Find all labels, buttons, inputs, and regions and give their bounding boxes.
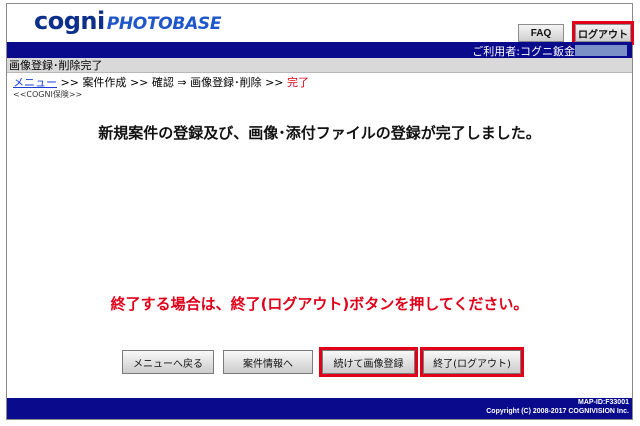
- breadcrumb-separator: >>: [129, 76, 149, 89]
- app-frame: cogni PHOTOBASE FAQ ログアウト ご利用者:コグニ鈑金 画像登…: [6, 3, 634, 420]
- faq-button[interactable]: FAQ: [518, 24, 564, 42]
- breadcrumb-separator: >>: [265, 76, 284, 89]
- breadcrumb-image-registration: 画像登録･削除: [190, 76, 262, 89]
- breadcrumb-confirm: 確認: [151, 76, 174, 89]
- breadcrumb-menu-link[interactable]: メニュー: [13, 76, 57, 89]
- breadcrumb-arrow: ⇒: [177, 76, 187, 89]
- page-title: 画像登録･削除完了: [7, 58, 632, 73]
- breadcrumb-current: 完了: [287, 76, 310, 89]
- map-id: MAP-ID:F33001: [578, 399, 629, 406]
- breadcrumb-case-create: 案件作成: [82, 76, 127, 89]
- breadcrumb: メニュー >> 案件作成 >> 確認 ⇒ 画像登録･削除 >> 完了: [13, 74, 309, 90]
- footer-bar: MAP-ID:F33001 Copyright (C) 2008-2017 CO…: [7, 398, 632, 419]
- user-name-redaction: [575, 45, 627, 56]
- logo-cogni-text: cogni: [34, 7, 105, 35]
- case-info-button[interactable]: 案件情報へ: [223, 350, 313, 374]
- current-user-label: ご利用者:コグニ鈑金: [472, 45, 575, 58]
- back-to-menu-button[interactable]: メニューへ戻る: [122, 350, 214, 374]
- completion-message: 新規案件の登録及び、画像･添付ファイルの登録が完了しました。: [98, 124, 541, 142]
- logout-instruction: 終了する場合は、終了(ログアウト)ボタンを押してください。: [110, 295, 529, 313]
- exit-logout-button[interactable]: 終了(ログアウト): [420, 347, 524, 377]
- logout-button[interactable]: ログアウト: [572, 21, 634, 45]
- insurer-label: <<COGNI保険>>: [13, 90, 83, 99]
- header-bar: ご利用者:コグニ鈑金: [7, 42, 632, 58]
- breadcrumb-separator: >>: [60, 76, 79, 89]
- app-logo: cogni PHOTOBASE: [34, 7, 222, 35]
- continue-image-registration-button[interactable]: 続けて画像登録: [319, 347, 418, 377]
- copyright: Copyright (C) 2008-2017 COGNIVISION Inc.: [486, 408, 629, 415]
- logo-photobase-text: PHOTOBASE: [106, 14, 222, 34]
